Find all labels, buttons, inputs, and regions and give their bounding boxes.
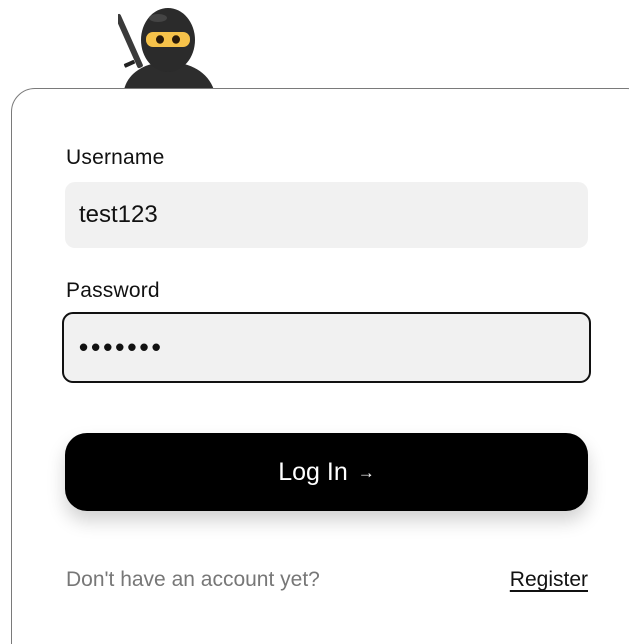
ninja-icon xyxy=(118,8,214,90)
arrow-right-icon: → xyxy=(357,463,375,482)
login-page: Username test123 Password ••••••• Log In… xyxy=(0,0,629,644)
register-link[interactable]: Register xyxy=(510,568,588,592)
login-button[interactable]: Log In → xyxy=(65,433,588,511)
login-button-label: Log In xyxy=(278,457,348,486)
password-label: Password xyxy=(66,279,160,302)
password-input[interactable]: ••••••• xyxy=(62,312,591,383)
username-input[interactable]: test123 xyxy=(65,182,588,248)
username-label: Username xyxy=(66,146,165,169)
no-account-prompt: Don't have an account yet? xyxy=(66,568,320,591)
